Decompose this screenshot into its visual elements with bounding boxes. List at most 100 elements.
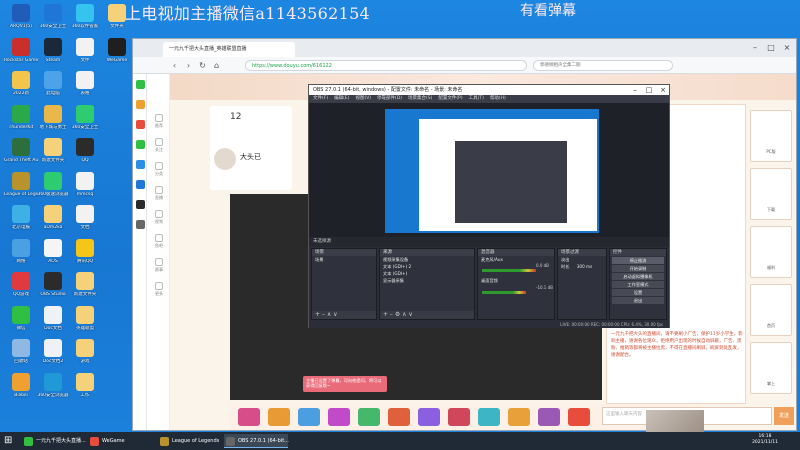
desktop-icon[interactable]: 360安全卫士 bbox=[36, 4, 70, 40]
stop-streaming-button[interactable]: 停止推流 bbox=[612, 257, 664, 264]
site-nav-item[interactable]: 推荐 bbox=[152, 114, 166, 129]
sidebar-app-icon[interactable] bbox=[136, 140, 145, 149]
site-nav-item[interactable]: 直播 bbox=[152, 186, 166, 201]
obs-menu-item[interactable]: 视图(V) bbox=[355, 96, 371, 101]
desktop-icon[interactable]: 地下城与勇士 bbox=[36, 104, 70, 141]
desktop-icon[interactable]: 文件 bbox=[68, 37, 102, 74]
gift-icon[interactable] bbox=[358, 408, 380, 426]
site-nav-item[interactable]: 分类 bbox=[152, 162, 166, 177]
side-ad[interactable]: PC版 bbox=[750, 110, 792, 162]
desktop-icon[interactable]: Steam bbox=[36, 37, 70, 74]
gift-icon[interactable] bbox=[448, 408, 470, 426]
desktop-icon[interactable]: 360安全浏览器 bbox=[36, 372, 70, 409]
desktop-icon[interactable]: 表格 bbox=[68, 71, 102, 107]
settings-button[interactable]: 设置 bbox=[612, 289, 664, 296]
desktop-icon[interactable]: 2022新 bbox=[4, 71, 38, 107]
minimize-icon[interactable]: – bbox=[749, 42, 761, 54]
back-icon[interactable]: ‹ bbox=[169, 60, 180, 71]
gift-icon[interactable] bbox=[388, 408, 410, 426]
site-nav-item[interactable]: 更多 bbox=[152, 282, 166, 297]
desktop-icon[interactable]: 英雄联盟 bbox=[68, 305, 102, 342]
avatar[interactable] bbox=[214, 148, 236, 170]
gift-icon[interactable] bbox=[508, 408, 530, 426]
sidebar-app-icon[interactable] bbox=[136, 180, 145, 189]
browser-tab[interactable]: 一元九千把大头直播_英雄联盟直播 bbox=[163, 42, 295, 57]
desktop-icon[interactable]: 工作 bbox=[68, 372, 102, 409]
desktop-icon[interactable]: 游戏 bbox=[68, 339, 102, 375]
sources-dock-toolbar[interactable]: + – ⚙ ∧ ∨ bbox=[380, 311, 474, 319]
desktop-icon[interactable]: 360极速浏览器 bbox=[36, 171, 70, 208]
gift-icon[interactable] bbox=[238, 408, 260, 426]
desktop-icon[interactable]: 360安全卫士 bbox=[68, 104, 102, 141]
desktop-icon[interactable]: 新建文件夹 bbox=[36, 138, 70, 174]
scene-item[interactable]: 场景 bbox=[312, 256, 376, 263]
start-icon[interactable]: ⊞ bbox=[4, 435, 16, 447]
sidebar-app-icon[interactable] bbox=[136, 200, 145, 209]
gift-icon[interactable] bbox=[538, 408, 560, 426]
home-icon[interactable]: ⌂ bbox=[211, 60, 222, 71]
source-item[interactable]: 显示器采集 bbox=[380, 277, 474, 284]
desktop-icon[interactable]: 腾讯QQ bbox=[68, 238, 102, 275]
desktop-icon[interactable]: OBS Studio bbox=[36, 272, 70, 308]
address-bar[interactable]: https://www.douyu.com/616122 bbox=[245, 60, 527, 71]
obs-menu-item[interactable]: 文件(F) bbox=[313, 96, 328, 101]
desktop-icon[interactable]: Grand Theft Auto V bbox=[4, 138, 38, 174]
desktop-icon[interactable]: mmcsq bbox=[68, 171, 102, 208]
start-recording-button[interactable]: 开始录制 bbox=[612, 265, 664, 272]
gift-icon[interactable] bbox=[478, 408, 500, 426]
desktop-icon[interactable]: 网络 bbox=[4, 238, 38, 275]
source-item[interactable]: 视频采集设备 bbox=[380, 256, 474, 263]
obs-menu-item[interactable]: 停靠部件(D) bbox=[377, 96, 402, 101]
gift-icon[interactable] bbox=[328, 408, 350, 426]
transition-duration[interactable]: 300 ms bbox=[577, 264, 593, 269]
obs-preview[interactable] bbox=[309, 103, 669, 237]
send-button[interactable]: 发送 bbox=[774, 407, 794, 425]
side-ad[interactable]: 福利 bbox=[750, 226, 792, 278]
site-nav-item[interactable]: 关注 bbox=[152, 138, 166, 153]
gift-icon[interactable] bbox=[568, 408, 590, 426]
gift-icon[interactable] bbox=[298, 408, 320, 426]
side-ad[interactable]: 掌上 bbox=[750, 342, 792, 394]
desktop-icon[interactable]: AOS bbox=[36, 238, 70, 275]
desktop-icon[interactable]: QQ bbox=[68, 138, 102, 174]
obs-menu-item[interactable]: 编辑(E) bbox=[334, 96, 349, 101]
close-icon[interactable]: × bbox=[657, 85, 669, 95]
desktop-icon[interactable]: 微信 bbox=[4, 305, 38, 342]
site-nav-item[interactable]: 视频 bbox=[152, 210, 166, 225]
desktop-icon[interactable]: QQ游戏 bbox=[4, 272, 38, 308]
desktop-icon[interactable]: 360软件管家 bbox=[68, 4, 102, 40]
clock[interactable]: 16:18 2021/11/11 bbox=[752, 434, 778, 446]
desktop-icon[interactable]: 北京电报 bbox=[4, 205, 38, 241]
site-nav-item[interactable]: 鱼吧 bbox=[152, 234, 166, 249]
side-ad[interactable]: 首页 bbox=[750, 284, 792, 336]
taskbar-item[interactable]: WeGame bbox=[88, 434, 154, 448]
start-virtual-camera-button[interactable]: 启动虚拟摄像机 bbox=[612, 273, 664, 280]
desktop-icon[interactable]: 新建文件夹 bbox=[68, 272, 102, 308]
desktop-icon[interactable]: 文档 bbox=[68, 205, 102, 241]
search-input[interactable]: 郭德纲相声全集二期 bbox=[533, 60, 673, 71]
gift-icon[interactable] bbox=[268, 408, 290, 426]
desktop-icon[interactable]: Doc文档2 bbox=[36, 339, 70, 375]
desktop-icon[interactable]: Rockstar Games L. bbox=[4, 37, 38, 74]
sidebar-app-icon[interactable] bbox=[136, 80, 145, 89]
desktop-icon[interactable]: League of Legends bbox=[4, 171, 38, 208]
studio-mode-button[interactable]: 工作室模式 bbox=[612, 281, 664, 288]
desktop-icon[interactable]: ThunderKit bbox=[4, 104, 38, 141]
refresh-icon[interactable]: ↻ bbox=[197, 60, 208, 71]
sidebar-app-icon[interactable] bbox=[136, 120, 145, 129]
scenes-dock-toolbar[interactable]: + – ∧ ∨ bbox=[312, 311, 376, 319]
maximize-icon[interactable]: □ bbox=[643, 85, 655, 95]
source-item[interactable]: 文本 (GDI+) 2 bbox=[380, 263, 474, 270]
site-nav-item[interactable]: 赛事 bbox=[152, 258, 166, 273]
sidebar-app-icon[interactable] bbox=[136, 160, 145, 169]
taskbar-item[interactable]: League of Legends bbox=[158, 434, 220, 448]
minimize-icon[interactable]: – bbox=[629, 85, 641, 95]
sidebar-app-icon[interactable] bbox=[136, 220, 145, 229]
obs-menu-item[interactable]: 工具(T) bbox=[469, 96, 484, 101]
taskbar-item[interactable]: 一元九千把大头直播... bbox=[22, 434, 86, 448]
desktop-icon[interactable]: Doc文档 bbox=[36, 305, 70, 342]
maximize-icon[interactable]: □ bbox=[765, 42, 777, 54]
desktop-icon[interactable]: 此电脑 bbox=[36, 71, 70, 107]
sidebar-app-icon[interactable] bbox=[136, 100, 145, 109]
desktop-icon[interactable]: ARQV1(5) bbox=[4, 4, 38, 40]
